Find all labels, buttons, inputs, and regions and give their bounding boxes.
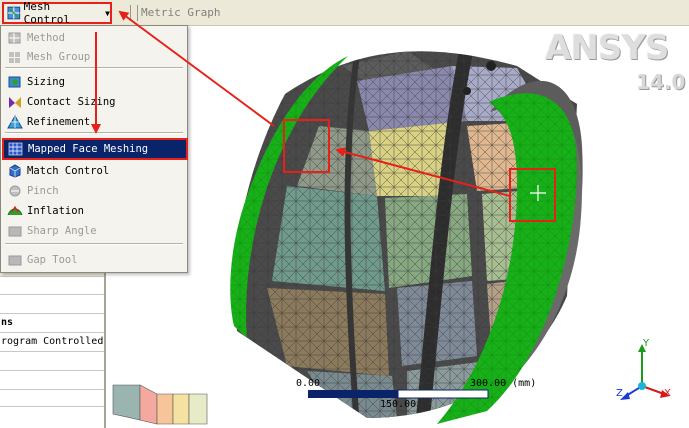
details-section-header[interactable]: ns (0, 313, 104, 331)
menu-item-method[interactable]: Method (3, 28, 185, 47)
menu-item-label: Pinch (27, 184, 59, 197)
scale-bar-light (397, 389, 489, 399)
ansys-meshing-window: Mesh Control ▼ Metric Graph ns rogram Co… (0, 0, 689, 428)
graphics-viewport[interactable] (107, 26, 689, 428)
menu-item-sizing[interactable]: Sizing (3, 72, 185, 91)
axis-label-y: Y (643, 338, 650, 349)
menu-item-mapped-face-meshing[interactable]: Mapped Face Meshing (2, 138, 188, 160)
inflation-icon (7, 205, 23, 215)
mesh-group-icon (9, 51, 20, 63)
menu-item-label: Contact Sizing (27, 95, 116, 108)
mapped-face-meshing-icon (8, 142, 23, 156)
menu-item-label: Refinement (27, 115, 91, 128)
menu-item-match-control[interactable]: Match Control (3, 161, 185, 180)
menu-separator (5, 67, 183, 69)
details-value[interactable]: rogram Controlled (0, 332, 104, 350)
mesh-control-label: Mesh Control (23, 0, 71, 26)
menu-item-label: Mapped Face Meshing (28, 143, 149, 155)
sizing-icon (8, 76, 21, 87)
menu-item-label: Method (27, 31, 65, 44)
axis-label-x: X (664, 388, 671, 399)
scale-label-mid: 150.00 (380, 399, 417, 410)
ansys-logo: ANSYS (545, 28, 669, 68)
menu-item-label: Gap Tool (27, 253, 78, 266)
menu-item-label: Match Control (27, 164, 110, 177)
mesh-control-menu: Method Mesh Group Sizing Contact Sizing … (0, 25, 188, 273)
menu-item-sharp-angle[interactable]: Sharp Angle (3, 221, 185, 240)
details-row (0, 294, 104, 312)
menu-item-label: Inflation (27, 204, 84, 217)
refinement-icon (7, 114, 23, 128)
menu-item-inflation[interactable]: Inflation (3, 201, 185, 220)
mesh-control-icon (7, 6, 21, 20)
menu-item-label: Mesh Group (27, 50, 91, 63)
toolbar: Mesh Control ▼ Metric Graph (0, 0, 689, 26)
menu-separator (5, 243, 183, 245)
menu-item-label: Sizing (27, 75, 65, 88)
menu-item-refinement[interactable]: Refinement (3, 112, 185, 131)
menu-item-mesh-group[interactable]: Mesh Group (3, 47, 185, 66)
menu-item-label: Sharp Angle (27, 224, 97, 237)
view-cube-preview (112, 384, 208, 425)
mesh-control-button[interactable]: Mesh Control ▼ (2, 0, 112, 26)
gap-tool-icon (8, 255, 22, 265)
scale-label-right: 300.00 (mm) (470, 378, 537, 389)
match-control-icon (9, 163, 21, 178)
menu-separator (5, 132, 183, 134)
axis-triad[interactable] (620, 344, 670, 400)
menu-item-gap-tool[interactable]: Gap Tool (3, 250, 185, 269)
method-icon (8, 32, 21, 43)
contact-sizing-icon (9, 96, 21, 108)
metric-graph-button[interactable]: Metric Graph (141, 6, 220, 19)
scale-label-left: 0.00 (296, 378, 321, 389)
pinch-icon (9, 185, 21, 196)
details-row (0, 370, 104, 388)
sharp-angle-icon (8, 226, 22, 236)
chevron-down-icon: ▼ (105, 8, 110, 18)
menu-item-contact-sizing[interactable]: Contact Sizing (3, 92, 185, 111)
details-row (0, 276, 104, 294)
menu-item-pinch[interactable]: Pinch (3, 181, 185, 200)
mesh-model[interactable] (107, 26, 689, 428)
axis-label-z: Z (616, 388, 623, 399)
scale-bar-dark (308, 390, 398, 398)
toolbar-separator (130, 5, 138, 21)
details-row (0, 351, 104, 369)
details-row (0, 389, 104, 407)
ansys-version: 14.0 (636, 70, 686, 94)
